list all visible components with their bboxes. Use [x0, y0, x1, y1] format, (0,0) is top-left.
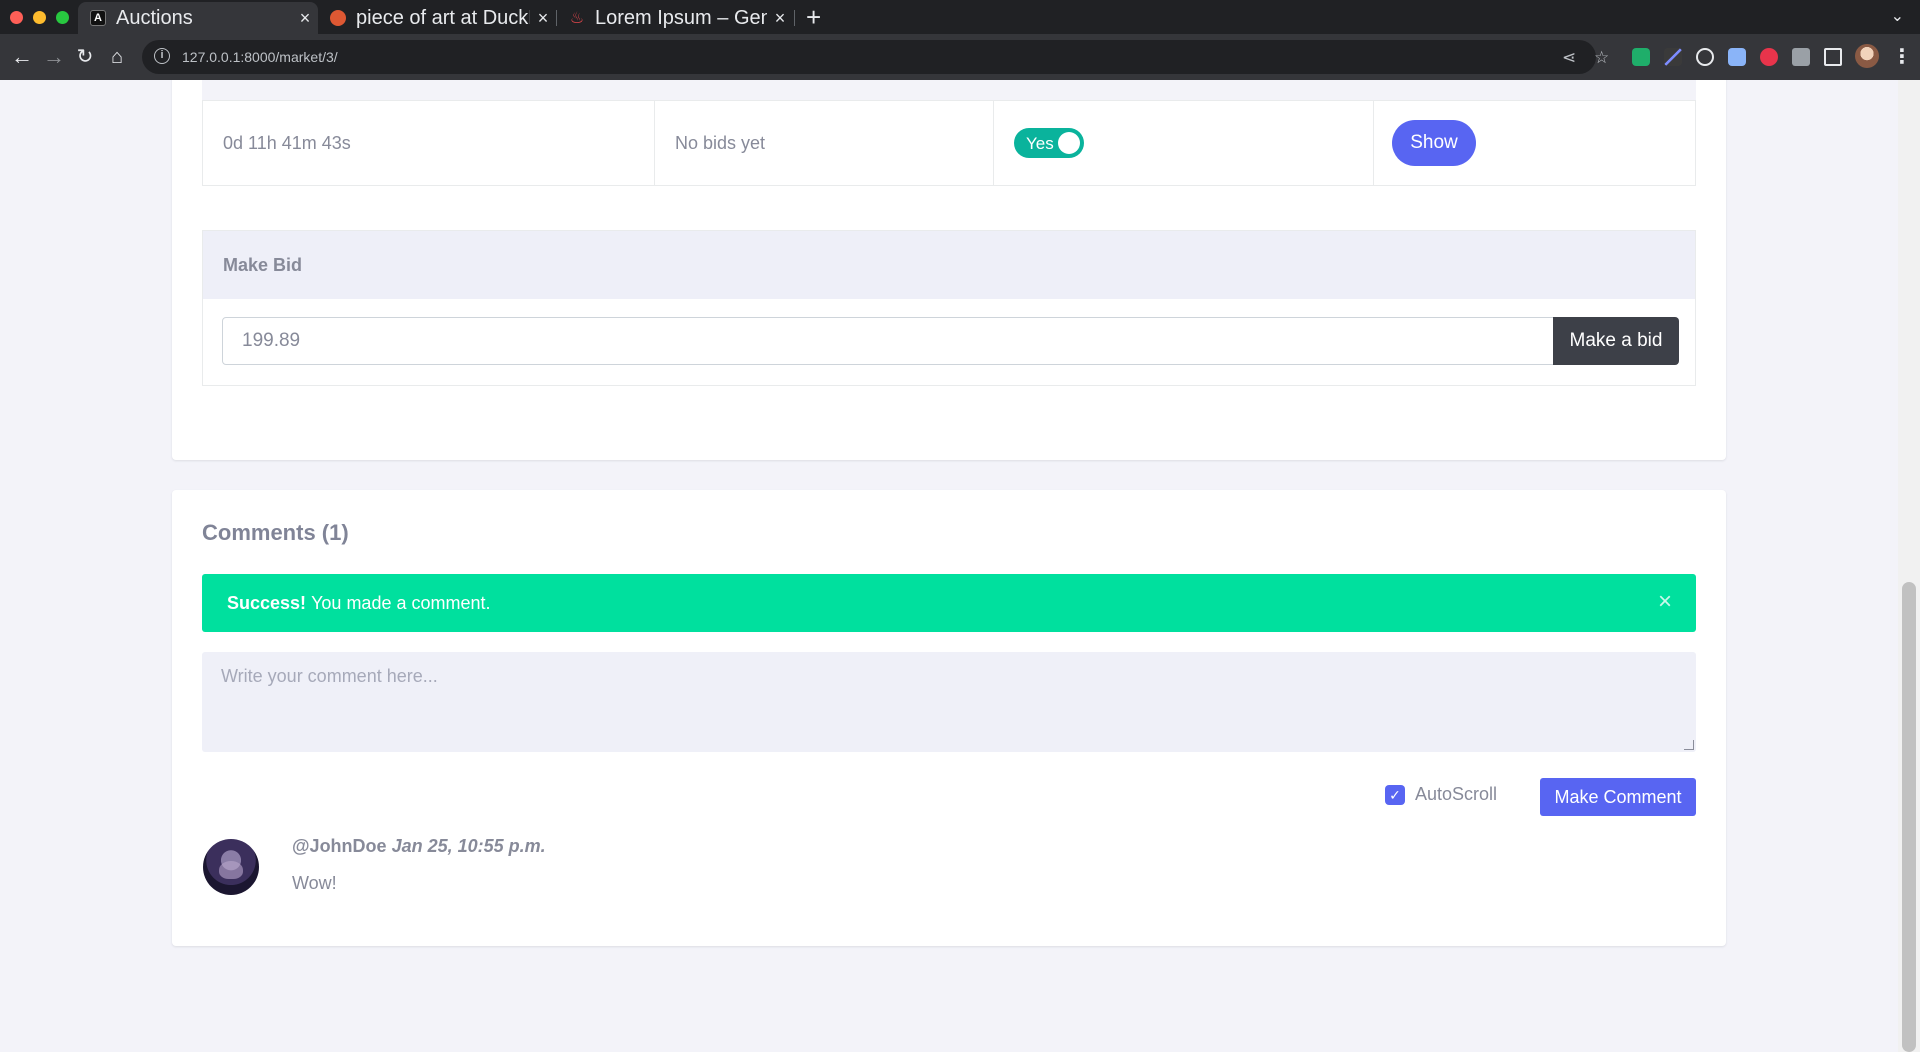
action-cell: Show — [1374, 101, 1695, 185]
comments-title: Comments (1) — [202, 520, 349, 545]
bid-amount-input[interactable]: 199.89 — [222, 317, 1554, 365]
alert-strong-text: Success! — [227, 592, 307, 613]
comment-author-line: @JohnDoe Jan 25, 10:55 p.m. — [292, 836, 546, 857]
url-text: 127.0.0.1:8000/market/3/ — [182, 49, 338, 65]
tab-close-icon[interactable]: × — [292, 8, 318, 29]
time-left-cell: 0d 11h 41m 43s — [203, 101, 655, 185]
auctions-favicon-icon: A — [90, 10, 106, 26]
share-icon[interactable]: ⋖ — [1562, 48, 1576, 68]
home-icon[interactable]: ⌂ — [104, 44, 130, 70]
autoscroll-label: AutoScroll — [1415, 784, 1498, 804]
make-bid-panel: Make Bid 199.89 Make a bid — [202, 230, 1696, 386]
tab-title: piece of art at DuckDuckGo — [356, 6, 530, 29]
extension-react-icon[interactable] — [1696, 48, 1714, 66]
make-bid-button[interactable]: Make a bid — [1553, 317, 1679, 365]
comment-textarea[interactable]: Write your comment here... — [202, 652, 1696, 752]
extension-docs-icon[interactable] — [1728, 48, 1746, 66]
alert-message: You made a comment. — [311, 592, 491, 613]
browser-menu-icon[interactable]: ⋮ — [1892, 44, 1912, 69]
tab-auctions[interactable]: A Auctions × — [78, 2, 318, 34]
make-bid-title: Make Bid — [203, 231, 1695, 299]
toggle-knob — [1058, 132, 1080, 154]
reload-icon[interactable]: ↻ — [72, 44, 98, 70]
tab-search-chevron-icon[interactable]: ⌄ — [1891, 6, 1904, 26]
tab-title: Lorem Ipsum – Generator — [595, 6, 767, 29]
browser-toolbar: ← → ↻ ⌂ i 127.0.0.1:8000/market/3/ ⋖ ☆ ⋮ — [0, 34, 1920, 80]
tab-close-icon[interactable]: × — [530, 8, 556, 29]
window-maximize-button[interactable] — [56, 11, 69, 24]
address-bar[interactable]: i 127.0.0.1:8000/market/3/ ⋖ ☆ — [142, 40, 1609, 74]
active-toggle[interactable]: Yes — [1014, 128, 1084, 158]
site-info-icon[interactable]: i — [154, 48, 170, 64]
toggle-label: Yes — [1026, 134, 1054, 153]
comment-text: Wow! — [292, 873, 337, 893]
duckduckgo-favicon-icon — [330, 10, 346, 26]
page-scrollbar[interactable] — [1898, 80, 1920, 1052]
alert-close-icon[interactable]: × — [1658, 590, 1672, 614]
resize-handle-icon[interactable] — [1684, 740, 1694, 750]
auction-card: 0d 11h 41m 43s No bids yet Yes Show Make… — [172, 80, 1726, 460]
tab-lorem-ipsum[interactable]: ♨ Lorem Ipsum – Generator × — [557, 2, 793, 34]
back-arrow-icon[interactable]: ← — [9, 44, 35, 70]
forward-arrow-icon[interactable]: → — [41, 44, 67, 70]
scrollbar-thumb[interactable] — [1902, 582, 1916, 1052]
extension-green-icon[interactable] — [1632, 48, 1650, 66]
make-comment-button[interactable]: Make Comment — [1540, 778, 1696, 816]
profile-avatar[interactable] — [1855, 44, 1879, 68]
window-minimize-button[interactable] — [33, 11, 46, 24]
table-row: 0d 11h 41m 43s No bids yet Yes Show — [202, 100, 1696, 186]
tab-separator — [794, 10, 795, 26]
table-header — [202, 80, 1696, 100]
window-close-button[interactable] — [10, 11, 23, 24]
extensions-puzzle-icon[interactable] — [1792, 48, 1810, 66]
tab-duckduckgo[interactable]: piece of art at DuckDuckGo × — [318, 2, 556, 34]
autoscroll-option[interactable]: ✓ AutoScroll — [1385, 784, 1497, 805]
comment-date: Jan 25, 10:55 p.m. — [391, 836, 546, 856]
extension-pen-icon[interactable] — [1664, 48, 1682, 66]
success-alert: Success! You made a comment. × — [202, 574, 1696, 632]
side-panel-icon[interactable] — [1824, 48, 1842, 66]
tab-title: Auctions — [116, 6, 193, 29]
avatar — [203, 839, 259, 895]
bookmark-star-icon[interactable]: ☆ — [1594, 48, 1609, 68]
page-viewport: 0d 11h 41m 43s No bids yet Yes Show Make… — [0, 80, 1920, 1052]
new-tab-button[interactable]: + — [806, 4, 821, 30]
tab-close-icon[interactable]: × — [767, 8, 793, 29]
active-cell: Yes — [994, 101, 1374, 185]
lipsum-favicon-icon: ♨ — [569, 10, 585, 27]
browser-tab-bar: A Auctions × piece of art at DuckDuckGo … — [0, 0, 1920, 34]
comments-card: Comments (1) Success! You made a comment… — [172, 490, 1726, 946]
autoscroll-checkbox[interactable]: ✓ — [1385, 784, 1405, 805]
show-button[interactable]: Show — [1392, 120, 1476, 166]
extension-stop-icon[interactable] — [1760, 48, 1778, 66]
bids-cell: No bids yet — [655, 101, 994, 185]
comment-author[interactable]: @JohnDoe — [292, 836, 387, 856]
